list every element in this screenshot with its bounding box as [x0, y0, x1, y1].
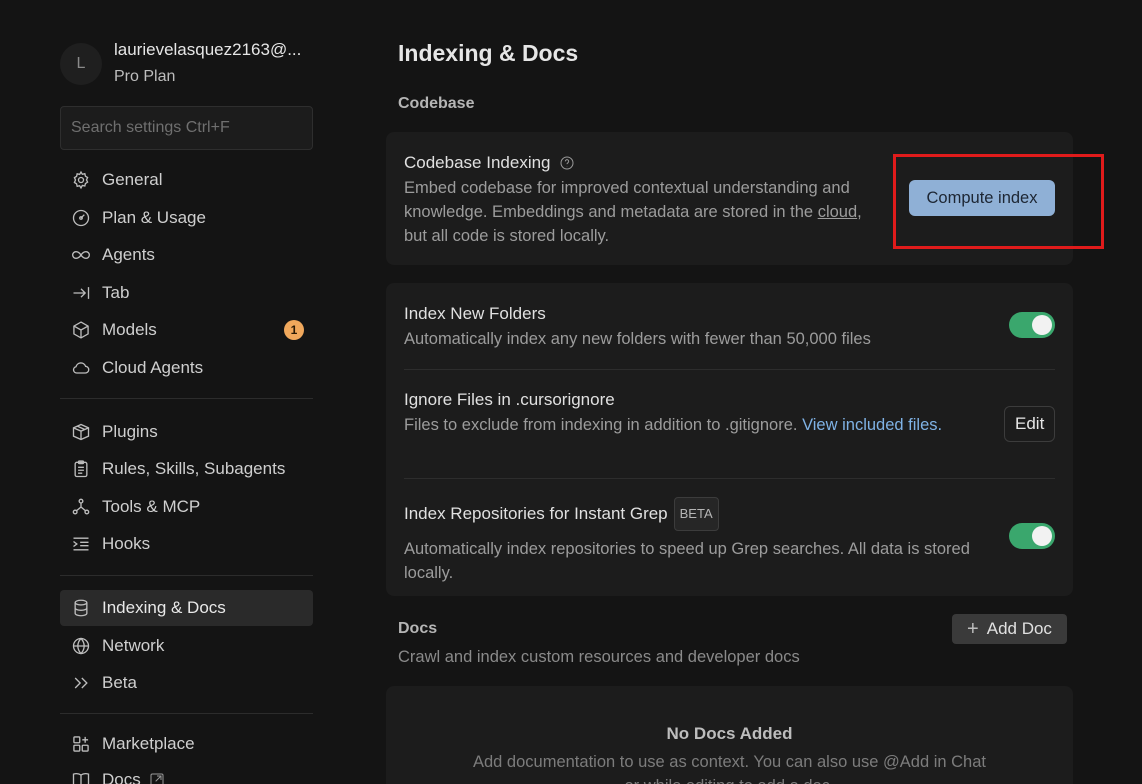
models-badge: 1 [284, 320, 304, 340]
book-icon [70, 769, 92, 784]
sidebar-item-label: Tab [102, 283, 130, 302]
grid-plus-icon [70, 733, 92, 755]
ignore-files-title: Ignore Files in .cursorignore [404, 390, 615, 409]
codebase-section-label: Codebase [398, 95, 475, 112]
sidebar-item-label: Agents [102, 245, 155, 264]
cube-icon [70, 319, 92, 341]
instant-grep-desc: Automatically index repositories to spee… [404, 540, 970, 582]
sidebar-item-label: Network [102, 636, 165, 655]
sidebar-item-hooks[interactable]: Hooks [60, 526, 313, 562]
ignore-files-desc: Files to exclude from indexing in additi… [404, 416, 943, 434]
search-input[interactable] [60, 106, 313, 150]
codebase-indexing-desc: Embed codebase for improved contextual u… [404, 179, 862, 245]
avatar: L [60, 42, 102, 85]
sidebar-item-label: General [102, 170, 163, 189]
row-divider [404, 369, 1055, 370]
sidebar-item-label: Plugins [102, 422, 158, 441]
clipboard-icon [70, 458, 92, 480]
sidebar-item-network[interactable]: Network [60, 628, 313, 664]
sidebar-item-label: Indexing & Docs [102, 598, 226, 617]
sidebar-item-tab[interactable]: Tab [60, 275, 313, 311]
page-title: Indexing & Docs [398, 40, 579, 66]
sidebar-item-tools-mcp[interactable]: Tools & MCP [60, 489, 313, 525]
tab-arrow-icon [70, 282, 92, 304]
help-icon[interactable] [559, 155, 575, 171]
sidebar-item-rules[interactable]: Rules, Skills, Subagents [60, 451, 313, 487]
sidebar-item-label: Rules, Skills, Subagents [102, 459, 286, 478]
list-indent-icon [70, 533, 92, 555]
sidebar-item-label: Plan & Usage [102, 208, 206, 227]
external-link-icon [149, 772, 165, 784]
no-docs-title: No Docs Added [666, 724, 793, 743]
add-doc-button[interactable]: + Add Doc [952, 614, 1067, 644]
sidebar-item-label: Models [102, 320, 157, 339]
instant-grep-title: Index Repositories for Instant Grep [404, 504, 668, 523]
codebase-indexing-title: Codebase Indexing [404, 153, 551, 172]
sidebar-item-label: Marketplace [102, 734, 195, 753]
sidebar-item-beta[interactable]: Beta [60, 665, 313, 701]
sidebar-item-plugins[interactable]: Plugins [60, 414, 313, 450]
sidebar-divider [60, 398, 313, 399]
sidebar-item-label: Tools & MCP [102, 497, 201, 516]
sidebar-item-agents[interactable]: Agents [60, 237, 313, 273]
globe-icon [70, 635, 92, 657]
gauge-icon [70, 207, 92, 229]
indexing-settings-card: Index New Folders Automatically index an… [386, 283, 1073, 596]
sidebar-item-label: Docs [102, 770, 141, 784]
instant-grep-toggle[interactable] [1009, 523, 1055, 549]
sidebar-item-general[interactable]: General [60, 162, 313, 198]
sidebar-item-indexing-docs[interactable]: Indexing & Docs [60, 590, 313, 626]
profile-plan: Pro Plan [114, 68, 176, 85]
index-new-folders-title: Index New Folders [404, 304, 546, 323]
docs-empty-card: No Docs Added Add documentation to use a… [386, 686, 1073, 784]
sidebar-item-plan-usage[interactable]: Plan & Usage [60, 200, 313, 236]
sidebar-item-label: Beta [102, 673, 137, 692]
row-divider [404, 478, 1055, 479]
docs-section-label: Docs [398, 620, 438, 637]
sidebar-item-label: Cloud Agents [102, 358, 204, 377]
sidebar: L laurievelasquez2163@... Pro Plan Gener… [0, 0, 330, 784]
sidebar-divider [60, 575, 313, 576]
database-icon [70, 597, 92, 619]
index-new-folders-desc: Automatically index any new folders with… [404, 330, 871, 348]
index-new-folders-toggle[interactable] [1009, 312, 1055, 338]
sidebar-item-cloud-agents[interactable]: Cloud Agents [60, 350, 313, 386]
package-icon [70, 421, 92, 443]
view-included-files-link[interactable]: View included files. [802, 416, 942, 434]
profile-email: laurievelasquez2163@... [114, 40, 302, 59]
plus-icon: + [967, 617, 979, 640]
beta-badge: BETA [673, 497, 719, 531]
cloud-icon [70, 357, 92, 379]
sidebar-item-models[interactable]: Models 1 [60, 312, 313, 348]
infinity-icon [70, 244, 92, 266]
docs-section-desc: Crawl and index custom resources and dev… [398, 648, 800, 666]
sidebar-item-marketplace[interactable]: Marketplace [60, 726, 313, 762]
sidebar-divider [60, 713, 313, 714]
sidebar-item-docs[interactable]: Docs [60, 762, 313, 784]
no-docs-desc: Add documentation to use as context. You… [472, 753, 986, 784]
nodes-icon [70, 496, 92, 518]
cloud-link[interactable]: cloud [818, 203, 857, 221]
highlight-box [893, 154, 1104, 249]
double-chevron-icon [70, 672, 92, 694]
profile[interactable]: L laurievelasquez2163@... Pro Plan [60, 40, 301, 87]
gear-icon [70, 169, 92, 191]
sidebar-item-label: Hooks [102, 534, 151, 553]
edit-button[interactable]: Edit [1004, 406, 1055, 442]
